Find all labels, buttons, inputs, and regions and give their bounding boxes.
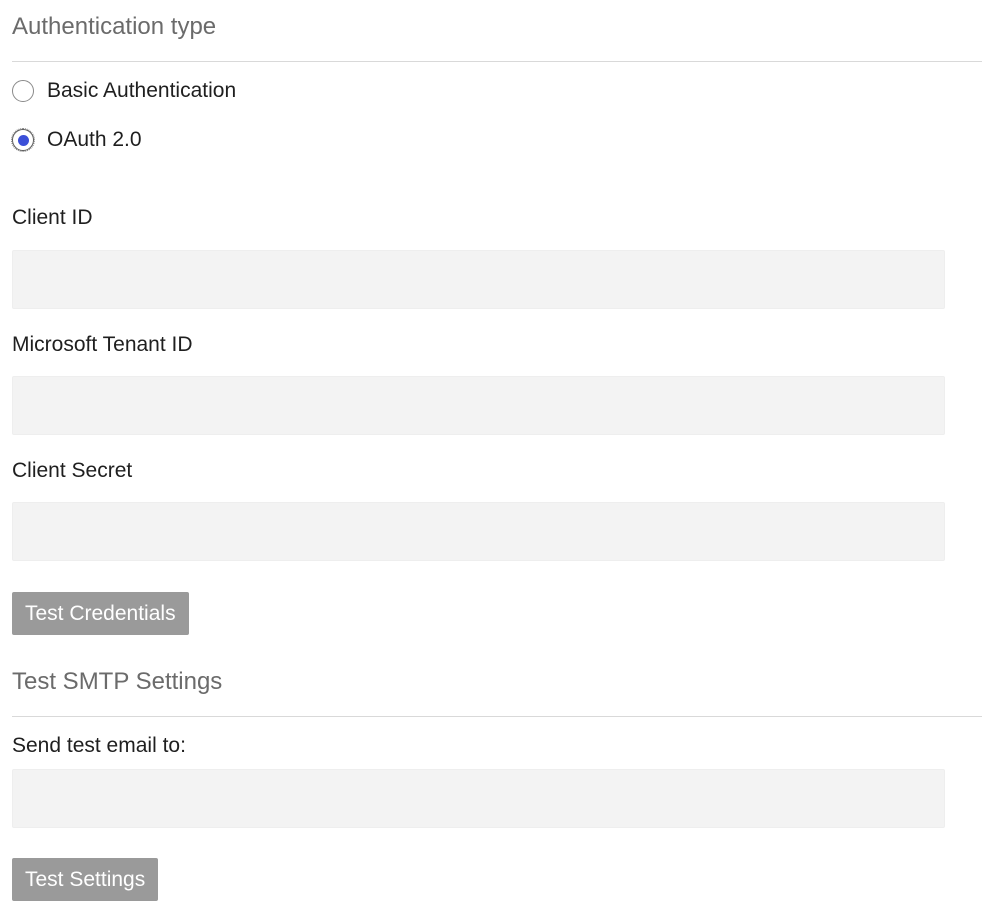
test-settings-button[interactable]: Test Settings <box>12 858 159 901</box>
test-credentials-button[interactable]: Test Credentials <box>12 592 189 635</box>
client-id-label: Client ID <box>12 206 93 229</box>
section-divider <box>12 61 982 62</box>
tenant-id-label: Microsoft Tenant ID <box>12 333 193 356</box>
radio-button-unchecked-icon[interactable] <box>12 80 34 102</box>
client-secret-input[interactable] <box>12 502 945 561</box>
radio-oauth-2[interactable]: OAuth 2.0 <box>11 128 142 152</box>
client-id-input[interactable] <box>12 250 945 309</box>
radio-label: OAuth 2.0 <box>47 128 142 151</box>
radio-label: Basic Authentication <box>47 79 237 102</box>
authentication-type-heading: Authentication type <box>12 13 217 40</box>
test-smtp-settings-heading: Test SMTP Settings <box>12 668 223 695</box>
radio-basic-authentication[interactable]: Basic Authentication <box>12 79 236 103</box>
section-divider <box>12 716 982 717</box>
radio-button-checked-icon[interactable] <box>11 128 35 152</box>
tenant-id-input[interactable] <box>12 376 945 435</box>
send-test-email-label: Send test email to: <box>12 734 186 757</box>
test-email-input[interactable] <box>12 769 945 828</box>
client-secret-label: Client Secret <box>12 459 133 482</box>
